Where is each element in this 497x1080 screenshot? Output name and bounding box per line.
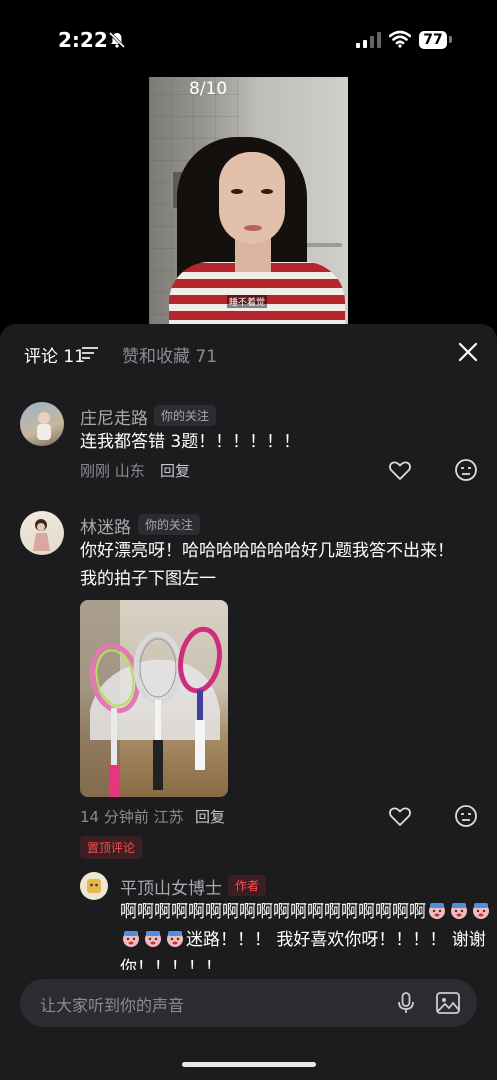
reply-button[interactable]: 回复 [195,806,225,827]
comment-text: 连我都答错 3题！！！！！！ [80,432,301,452]
dislike-face-icon[interactable] [454,458,478,482]
avatar-girl-figure [33,519,50,551]
person-eye-left [231,189,243,194]
author-name[interactable]: 平顶山女博士 [120,874,222,899]
image-picker-icon[interactable] [435,991,461,1015]
comment-input-bar[interactable]: 让大家听到你的声音 [20,979,477,1027]
rackets-illustration [80,600,222,797]
author-avatar[interactable] [80,872,108,900]
status-bar: 2:22 77 [0,0,497,70]
towel-rail [304,243,342,247]
bell-muted-icon [108,31,126,49]
crying-face-emoji-icon [123,931,139,947]
following-badge: 你的关注 [138,514,201,535]
crying-face-emoji-icon [473,903,489,919]
comment-time-location: 14 分钟前 江苏 [80,808,184,826]
comment-author-name[interactable]: 庄尼走路 [80,404,148,429]
avatar[interactable] [20,402,64,446]
author-avatar-art [87,879,101,893]
crying-face-emoji-icon [429,903,445,919]
status-time: 2:22 [58,28,108,52]
author-tag: 作者 [228,875,267,896]
cellular-signal-icon [356,32,381,48]
author-reply-line-1-text: 啊啊啊啊啊啊啊啊啊啊啊啊啊啊啊啊啊啊 [120,902,426,922]
heart-icon[interactable] [388,804,412,828]
comment-text-line-2: 我的拍子下图左一 [80,569,216,589]
comment-author-name[interactable]: 林迷路 [80,513,131,538]
pinned-comment-badge: 置顶评论 [80,836,143,859]
reply-button[interactable]: 回复 [160,460,190,481]
battery-tip [449,36,452,43]
video-subtitle: 睡不着觉 [227,295,268,308]
person-eye-right [261,189,273,194]
author-reply-line-1: 啊啊啊啊啊啊啊啊啊啊啊啊啊啊啊啊啊啊 [120,898,492,927]
comment-time-location: 刚刚 山东 [80,462,145,480]
avatar-child-figure [37,412,51,440]
author-reply-line-2: 迷路！！！ 我好喜欢你呀！！！！ 谢谢 [120,926,486,955]
dislike-face-icon[interactable] [454,804,478,828]
crying-face-emoji-icon [451,903,467,919]
tab-comments[interactable]: 评论 11 [24,342,85,367]
crying-face-emoji-icon [145,931,161,947]
comment-photo-rackets[interactable] [80,600,228,797]
person-lips [244,225,262,231]
sort-icon[interactable] [82,346,98,360]
microphone-icon[interactable] [394,991,418,1015]
video-preview[interactable]: 8/10 睡不着觉 [149,77,348,337]
video-counter: 8/10 [189,79,228,99]
close-icon[interactable] [458,342,478,362]
home-indicator [182,1062,316,1067]
comment-input-placeholder[interactable]: 让大家听到你的声音 [40,992,184,1016]
crying-face-emoji-icon [167,931,183,947]
heart-icon[interactable] [388,458,412,482]
following-badge: 你的关注 [154,405,217,426]
author-reply-line-3: 你！！！！！ [120,958,222,970]
author-reply-line-2-text: 迷路！！！ 我好喜欢你呀！！！！ 谢谢 [186,930,486,950]
tab-likes-collections[interactable]: 赞和收藏 71 [122,342,217,367]
wifi-icon [389,30,411,48]
avatar[interactable] [20,511,64,555]
battery-level: 77 [419,31,447,49]
comment-text-line-1: 你好漂亮呀！哈哈哈哈哈哈哈好几题我答不出来！ [80,541,454,561]
